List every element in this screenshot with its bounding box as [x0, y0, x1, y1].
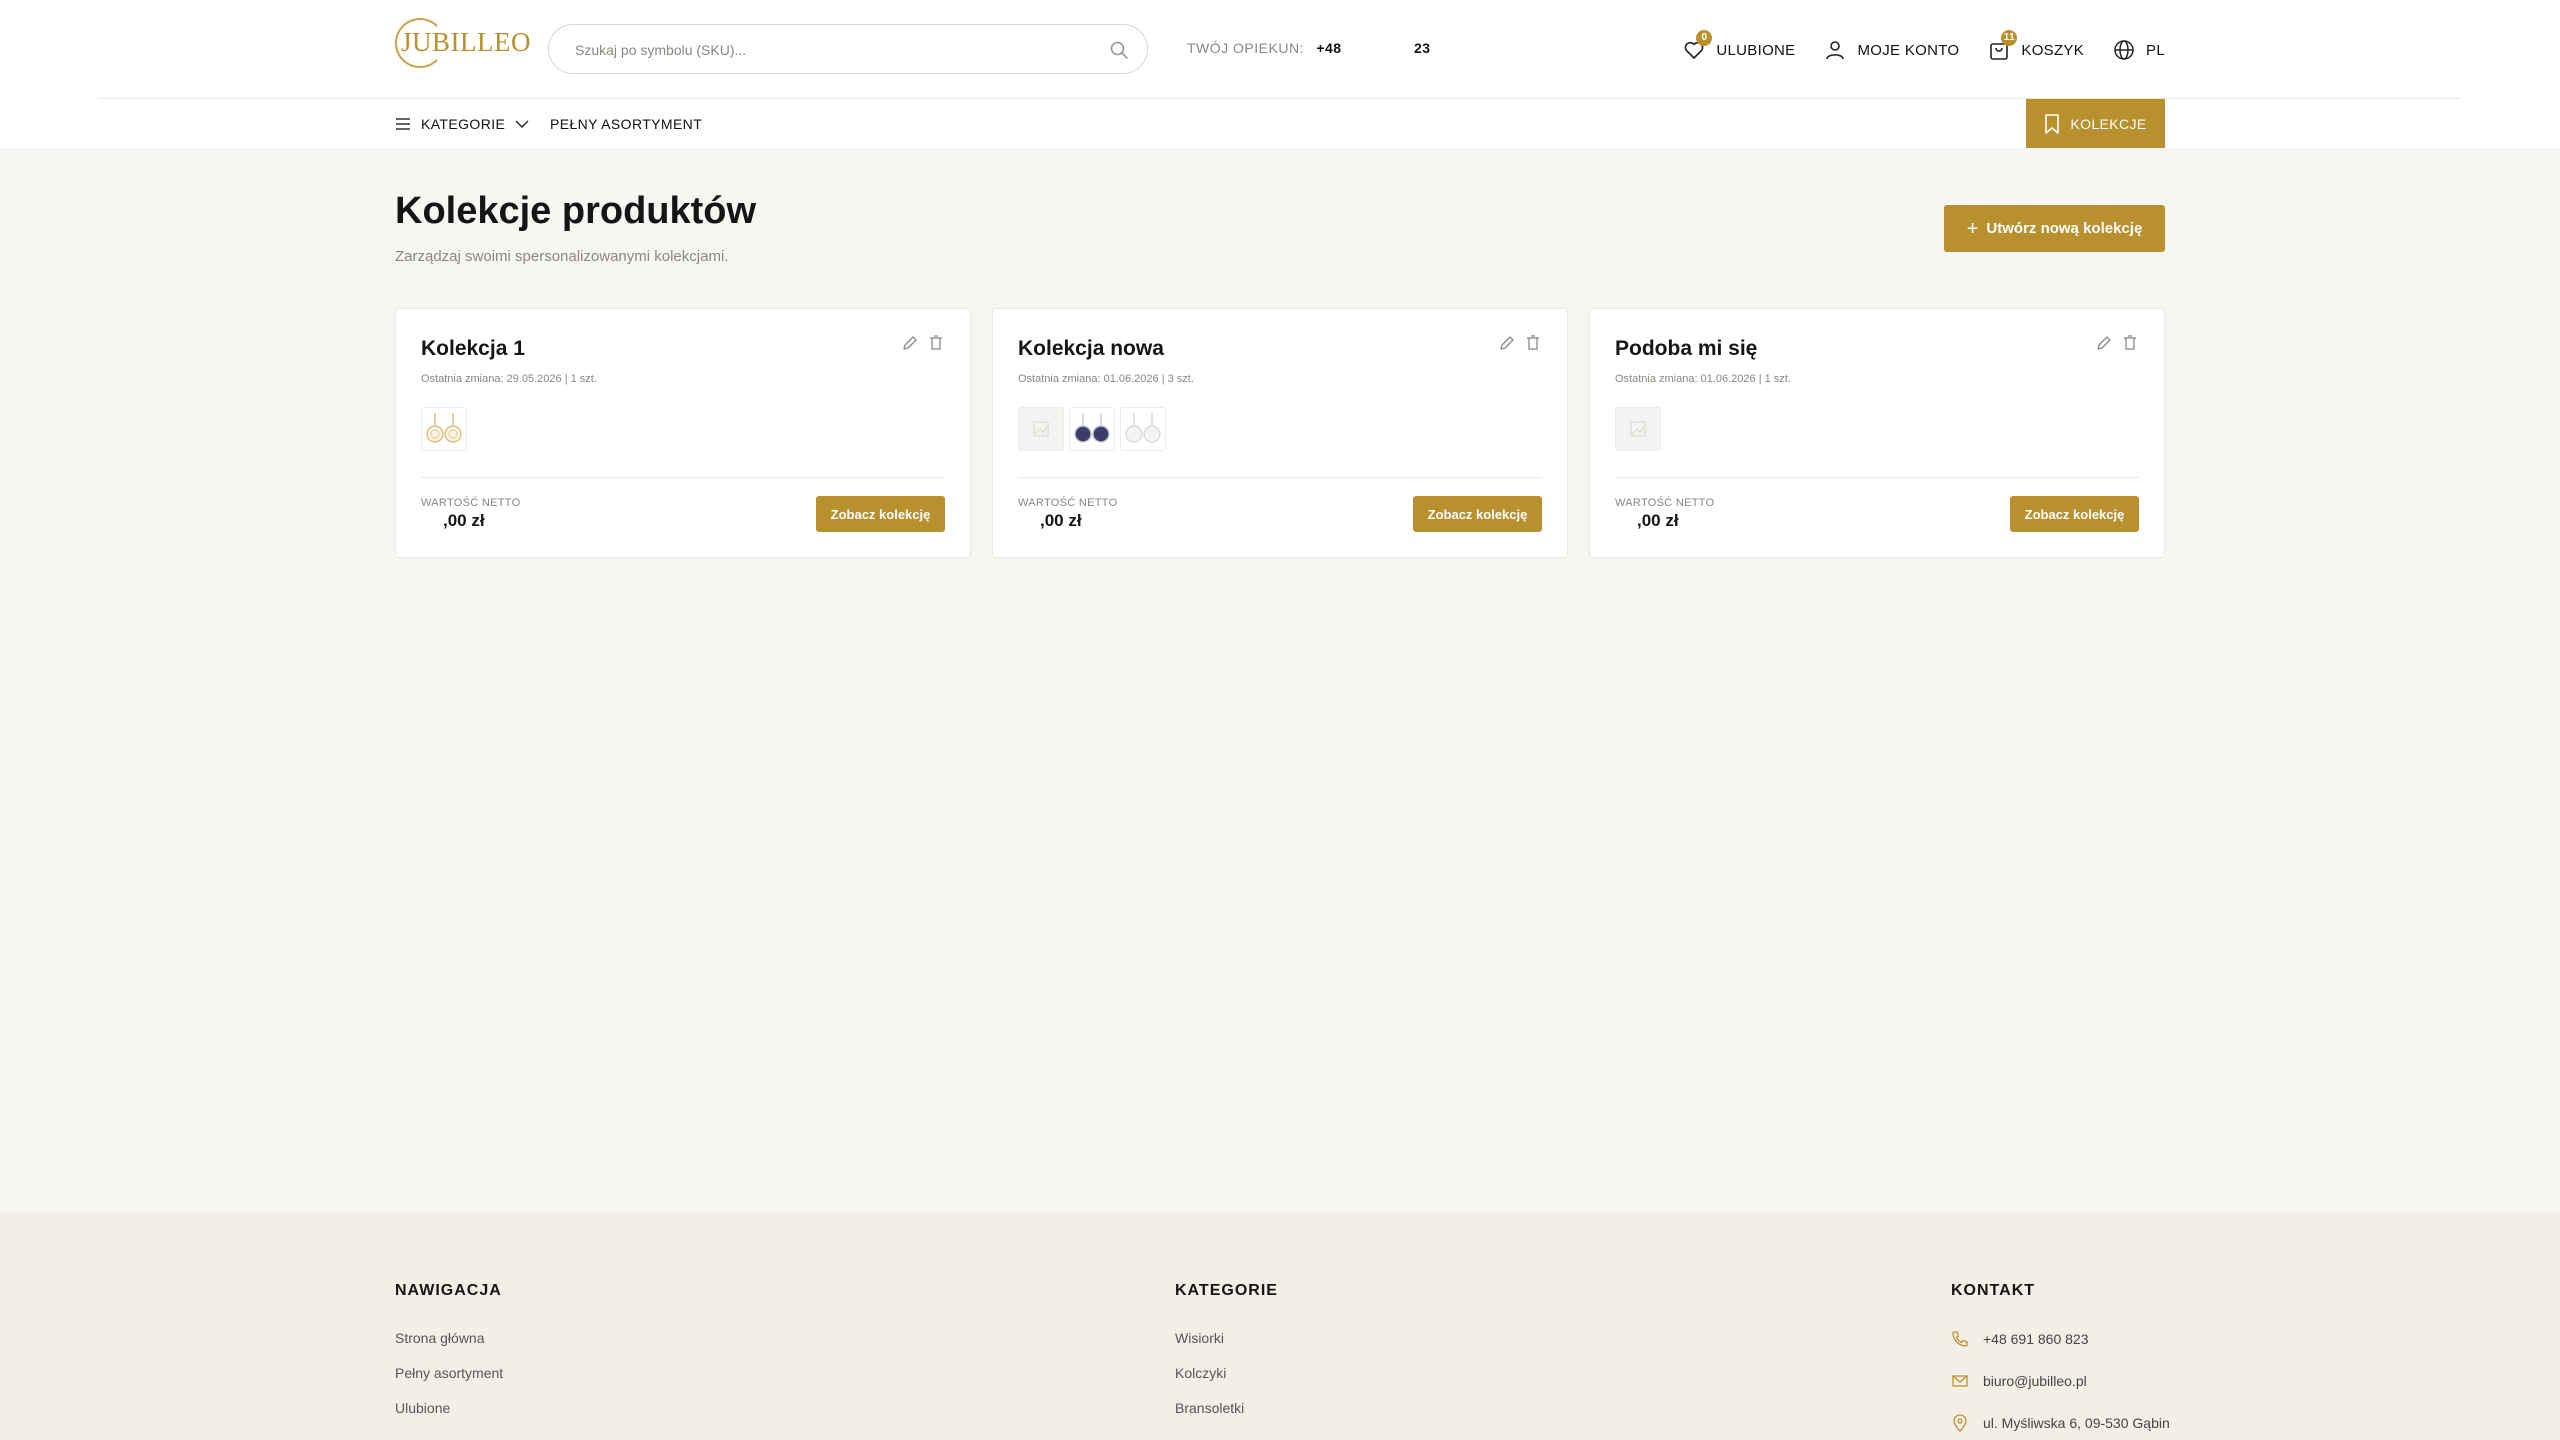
card-divider — [1615, 477, 2139, 478]
cart-badge: 11 — [2001, 30, 2018, 46]
search-icon[interactable] — [1109, 40, 1129, 60]
collection-name: Kolekcja nowa — [1018, 337, 1164, 360]
footer-categories: KATEGORIE Wisiorki Kolczyki Bransoletki — [1175, 1282, 1278, 1435]
globe-icon — [2114, 40, 2134, 60]
collections-nav-button[interactable]: KOLEKCJE — [2026, 99, 2165, 148]
footer-link-bracelets[interactable]: Bransoletki — [1175, 1400, 1278, 1416]
jubilleo-logo[interactable]: JUBILLEO — [395, 18, 530, 70]
footer-link-pendants[interactable]: Wisiorki — [1175, 1330, 1278, 1346]
footer-link-favorites[interactable]: Ulubione — [395, 1400, 503, 1416]
map-pin-icon — [1953, 1414, 1967, 1432]
language-switch[interactable]: PL — [2112, 38, 2165, 62]
net-value-label: WARTOŚĆ NETTO — [1018, 497, 1118, 509]
footer-address-text: ul. Myśliwska 6, 09-530 Gąbin — [1983, 1415, 2170, 1431]
trash-icon[interactable] — [1523, 333, 1543, 353]
net-value-amount: ,00 zł — [1637, 511, 1679, 530]
favorites-label: ULUBIONE — [1716, 41, 1796, 59]
search-input[interactable] — [575, 37, 1075, 63]
product-thumbnail-placeholder[interactable] — [1615, 407, 1661, 451]
footer-contact: KONTAKT +48 691 860 823 biuro@jubilleo.p… — [1951, 1282, 2170, 1440]
chevron-down-icon — [515, 120, 529, 128]
view-collection-button[interactable]: Zobacz kolekcję — [1413, 496, 1542, 532]
footer-phone[interactable]: +48 691 860 823 — [1951, 1330, 2170, 1348]
collection-name: Kolekcja 1 — [421, 337, 525, 360]
trash-icon[interactable] — [926, 333, 946, 353]
footer-categories-heading: KATEGORIE — [1175, 1282, 1278, 1299]
collection-name: Podoba mi się — [1615, 337, 1758, 360]
pencil-icon[interactable] — [2094, 333, 2114, 353]
footer-link-full-range[interactable]: Pełny asortyment — [395, 1365, 503, 1381]
favorites-link[interactable]: 0 ULUBIONE — [1682, 30, 1796, 62]
view-collection-button[interactable]: Zobacz kolekcję — [816, 496, 945, 532]
account-label: MOJE KONTO — [1857, 41, 1960, 59]
footer-address: ul. Myśliwska 6, 09-530 Gąbin — [1951, 1414, 2170, 1432]
footer-navigation: NAWIGACJA Strona główna Pełny asortyment… — [395, 1282, 503, 1435]
cart-label: KOSZYK — [2021, 41, 2085, 59]
account-manager-phone-prefix: +48 — [1316, 40, 1342, 56]
account-manager-phone-suffix: 23 — [1413, 40, 1431, 56]
mail-icon — [1952, 1375, 1968, 1387]
main-nav: KATEGORIE PEŁNY ASORTYMENT KOLEKCJE — [395, 99, 2165, 148]
trash-icon[interactable] — [2120, 333, 2140, 353]
collection-meta: Ostatnia zmiana: 29.05.2026 | 1 szt. — [421, 373, 597, 385]
footer-phone-text: +48 691 860 823 — [1983, 1331, 2089, 1347]
product-thumbnail-placeholder[interactable] — [1018, 407, 1064, 451]
user-icon — [1826, 41, 1845, 60]
footer-email-text: biuro@jubilleo.pl — [1983, 1373, 2087, 1389]
favorites-badge: 0 — [1696, 30, 1713, 46]
collection-card: Kolekcja nowa Ostatnia zmiana: 01.06.202… — [992, 308, 1568, 558]
collection-thumbnails — [1615, 407, 1666, 451]
footer-link-home[interactable]: Strona główna — [395, 1330, 503, 1346]
pencil-icon[interactable] — [900, 333, 920, 353]
create-collection-button[interactable]: + Utwórz nową kolekcję — [1944, 205, 2165, 252]
footer-nav-heading: NAWIGACJA — [395, 1282, 502, 1299]
hamburger-icon — [396, 117, 410, 130]
account-link[interactable]: MOJE KONTO — [1823, 38, 1959, 62]
pencil-icon[interactable] — [1497, 333, 1517, 353]
page-title: Kolekcje produktów — [395, 190, 757, 232]
collection-thumbnails — [421, 407, 472, 451]
site-footer: NAWIGACJA Strona główna Pełny asortyment… — [0, 1212, 2560, 1440]
net-value-label: WARTOŚĆ NETTO — [421, 497, 521, 509]
collections-grid: Kolekcja 1 Ostatnia zmiana: 29.05.2026 |… — [395, 308, 2165, 558]
phone-icon — [1952, 1331, 1968, 1347]
search-box — [548, 24, 1148, 74]
product-thumbnail[interactable] — [421, 407, 467, 451]
plus-icon: + — [1966, 217, 1979, 240]
view-collection-button[interactable]: Zobacz kolekcję — [2010, 496, 2139, 532]
collection-card: Podoba mi się Ostatnia zmiana: 01.06.202… — [1589, 308, 2165, 558]
full-range-link[interactable]: PEŁNY ASORTYMENT — [550, 99, 702, 148]
footer-link-earrings[interactable]: Kolczyki — [1175, 1365, 1278, 1381]
account-manager-label: TWÓJ OPIEKUN: — [1187, 40, 1304, 56]
collections-nav-label: KOLEKCJE — [2070, 115, 2147, 132]
page-subtitle: Zarządzaj swoimi spersonalizowanymi kole… — [395, 248, 729, 265]
net-value-amount: ,00 zł — [1040, 511, 1082, 530]
card-divider — [421, 477, 945, 478]
categories-menu[interactable]: KATEGORIE — [395, 99, 529, 148]
net-value-label: WARTOŚĆ NETTO — [1615, 497, 1715, 509]
footer-email[interactable]: biuro@jubilleo.pl — [1951, 1372, 2170, 1390]
categories-label: KATEGORIE — [421, 115, 506, 132]
card-divider — [1018, 477, 1542, 478]
footer-contact-heading: KONTAKT — [1951, 1282, 2036, 1299]
site-header: JUBILLEO TWÓJ OPIEKUN: +48 23 0 — [0, 0, 2560, 148]
collection-meta: Ostatnia zmiana: 01.06.2026 | 1 szt. — [1615, 373, 1791, 385]
net-value-amount: ,00 zł — [443, 511, 485, 530]
language-label: PL — [2146, 41, 2165, 59]
collection-card: Kolekcja 1 Ostatnia zmiana: 29.05.2026 |… — [395, 308, 971, 558]
product-thumbnail[interactable] — [1069, 407, 1115, 451]
create-collection-label: Utwórz nową kolekcję — [1986, 220, 2143, 237]
image-placeholder-icon — [1033, 421, 1049, 437]
cart-link[interactable]: 11 KOSZYK — [1987, 30, 2085, 62]
collection-thumbnails — [1018, 407, 1171, 451]
collection-meta: Ostatnia zmiana: 01.06.2026 | 3 szt. — [1018, 373, 1194, 385]
image-placeholder-icon — [1630, 421, 1646, 437]
product-thumbnail[interactable] — [1120, 407, 1166, 451]
account-manager: TWÓJ OPIEKUN: +48 23 — [1187, 40, 1499, 56]
bookmark-icon — [2045, 113, 2060, 134]
